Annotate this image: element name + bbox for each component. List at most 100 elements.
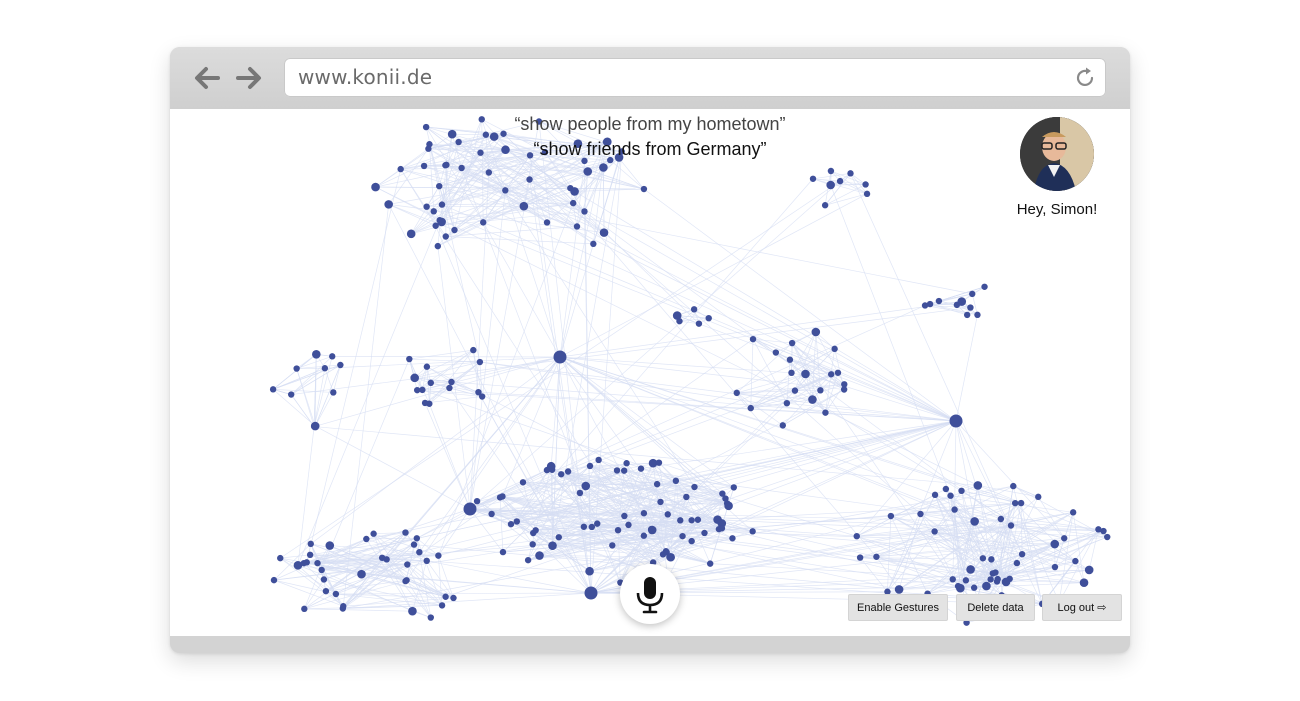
graph-node[interactable] (691, 483, 698, 491)
graph-node[interactable] (410, 373, 419, 383)
graph-node[interactable] (306, 551, 314, 559)
graph-node[interactable] (293, 365, 300, 372)
graph-node[interactable] (270, 576, 278, 584)
graph-node[interactable] (809, 175, 817, 182)
graph-node[interactable] (951, 506, 958, 513)
graph-node[interactable] (569, 199, 577, 207)
graph-node[interactable] (581, 481, 591, 491)
graph-node[interactable] (664, 511, 671, 518)
graph-node[interactable] (811, 327, 821, 337)
graph-node[interactable] (992, 569, 999, 576)
graph-node[interactable] (949, 576, 956, 583)
graph-node[interactable] (862, 181, 869, 188)
graph-node[interactable] (621, 512, 628, 520)
graph-node[interactable] (416, 548, 423, 556)
graph-node[interactable] (688, 517, 695, 524)
graph-node[interactable] (458, 164, 465, 172)
graph-node[interactable] (408, 606, 417, 616)
graph-node[interactable] (555, 534, 563, 541)
graph-node[interactable] (722, 495, 729, 502)
graph-node[interactable] (451, 226, 458, 234)
graph-node[interactable] (448, 378, 455, 386)
graph-node[interactable] (993, 578, 1001, 585)
graph-node[interactable] (595, 456, 602, 464)
graph-node[interactable] (599, 228, 609, 237)
graph-node[interactable] (301, 605, 308, 613)
graph-node[interactable] (856, 554, 864, 561)
graph-node[interactable] (931, 528, 938, 535)
graph-node[interactable] (788, 339, 796, 347)
graph-node[interactable] (847, 170, 854, 177)
graph-node[interactable] (384, 200, 393, 209)
graph-node[interactable] (370, 530, 377, 537)
graph-node[interactable] (729, 535, 736, 542)
graph-node[interactable] (657, 498, 664, 506)
graph-node[interactable] (1061, 535, 1068, 542)
graph-node[interactable] (599, 163, 608, 172)
graph-node[interactable] (485, 169, 493, 176)
graph-node[interactable] (321, 365, 329, 372)
graph-node[interactable] (590, 240, 597, 248)
graph-node[interactable] (701, 529, 708, 537)
graph-node[interactable] (423, 203, 430, 210)
graph-node[interactable] (957, 297, 967, 306)
graph-node[interactable] (594, 520, 601, 527)
graph-node[interactable] (532, 527, 539, 534)
graph-node[interactable] (935, 297, 943, 305)
graph-node[interactable] (705, 314, 712, 322)
graph-node[interactable] (322, 587, 330, 595)
graph-node[interactable] (853, 533, 860, 540)
graph-node[interactable] (666, 553, 673, 561)
graph-node[interactable] (513, 518, 521, 525)
graph-node[interactable] (588, 523, 596, 531)
graph-node[interactable] (1010, 482, 1017, 490)
graph-node[interactable] (320, 576, 328, 583)
graph-node[interactable] (507, 520, 515, 528)
microphone-button[interactable] (620, 564, 680, 624)
graph-node[interactable] (963, 311, 971, 319)
graph-node[interactable] (499, 493, 506, 500)
graph-node[interactable] (683, 493, 690, 501)
graph-node[interactable] (690, 306, 698, 313)
graph-node[interactable] (970, 517, 979, 526)
graph-node[interactable] (827, 167, 835, 175)
delete-data-button[interactable]: Delete data (956, 594, 1035, 621)
graph-node[interactable] (1084, 565, 1094, 575)
graph-node[interactable] (443, 161, 450, 169)
graph-node[interactable] (979, 555, 987, 562)
graph-node[interactable] (967, 304, 974, 311)
graph-node[interactable] (987, 576, 994, 583)
graph-node[interactable] (1011, 499, 1019, 507)
graph-node[interactable] (981, 283, 988, 290)
graph-node[interactable] (637, 465, 645, 472)
graph-node[interactable] (640, 532, 648, 539)
graph-node[interactable] (470, 346, 477, 354)
graph-node[interactable] (676, 317, 683, 325)
graph-node[interactable] (887, 512, 895, 520)
graph-node[interactable] (383, 556, 390, 563)
graph-node[interactable] (749, 335, 757, 343)
graph-node[interactable] (519, 201, 529, 211)
graph-node[interactable] (614, 526, 622, 534)
graph-node[interactable] (826, 180, 835, 190)
graph-node[interactable] (403, 577, 410, 584)
graph-node[interactable] (269, 386, 277, 393)
graph-node[interactable] (973, 481, 983, 490)
graph-node[interactable] (580, 523, 588, 530)
graph-node[interactable] (730, 484, 738, 491)
graph-node[interactable] (1001, 577, 1011, 587)
graph-node[interactable] (958, 487, 965, 495)
graph-node[interactable] (397, 165, 404, 173)
graph-node[interactable] (363, 535, 370, 543)
graph-node[interactable] (613, 467, 621, 474)
graph-node[interactable] (724, 501, 733, 511)
graph-node[interactable] (476, 358, 484, 366)
graph-node[interactable] (586, 462, 594, 470)
graph-node[interactable] (524, 556, 532, 564)
graph-node[interactable] (502, 187, 509, 194)
graph-node[interactable] (949, 414, 963, 428)
graph-node[interactable] (609, 542, 616, 549)
graph-node[interactable] (966, 565, 975, 574)
graph-node[interactable] (942, 485, 950, 493)
graph-node[interactable] (413, 386, 421, 394)
